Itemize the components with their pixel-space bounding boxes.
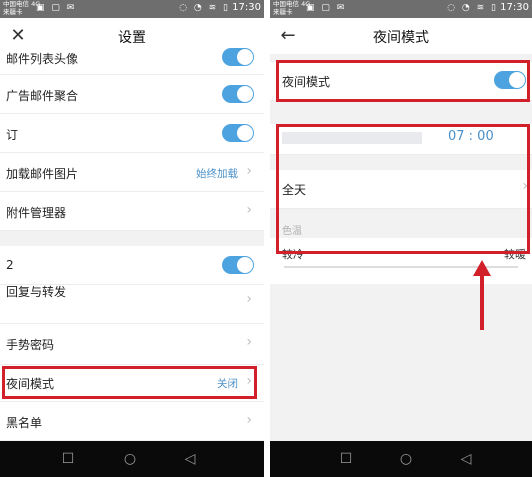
ad-aggregate-toggle[interactable] [222,85,254,103]
carrier-sublabel: 来疆卡 [273,8,293,16]
status-bar: 中国电信 4G 来疆卡 ▣ ▢ ✉ ◌ ◔ ≋ ▯ 17:30 [0,0,264,18]
toggle-knob [237,257,253,273]
row-label: 加载邮件图片 [6,167,79,181]
night-mode-highlight [2,366,257,399]
settings-row-blacklist[interactable]: 黑名单 › [0,402,264,440]
status-time: 17:30 [500,2,529,13]
night-mode-header: ← 夜间模式 [270,18,532,54]
night-mode-toggle-highlight [276,60,530,102]
chevron-right-icon: › [246,291,252,307]
partial-row-2-toggle[interactable] [222,256,254,274]
mail-list-avatar-toggle[interactable] [222,48,254,66]
settings-row-reply-forward[interactable]: 回复与转发 › [0,285,264,324]
status-bar: 中国电信 4G 来疆卡 ▣ ▢ ✉ ◌ ◔ ≋ ▯ 17:30 [270,0,532,18]
settings-row-gesture-password[interactable]: 手势密码 › [0,324,264,365]
night-mode-options-highlight [276,124,530,254]
partial-row-toggle[interactable] [222,124,254,142]
settings-row-attachment-manager[interactable]: 附件管理器 › [0,192,264,231]
carrier-sublabel: 来疆卡 [3,8,23,16]
android-nav-bar: ☐ ○ ◁ [0,441,264,477]
settings-row-load-images[interactable]: 加载邮件图片 始终加载 › [0,153,264,192]
page-title: 夜间模式 [373,30,429,46]
settings-row-ad-aggregate[interactable]: 广告邮件聚合 [0,75,264,114]
settings-header: ✕ 设置 [0,18,264,54]
red-arrow-icon [473,260,491,330]
system-status-icons: ◌ ◔ ≋ ▯ [447,3,498,13]
night-mode-screen: 中国电信 4G 来疆卡 ▣ ▢ ✉ ◌ ◔ ≋ ▯ 17:30 ← 夜间模式 夜… [270,0,532,477]
recents-icon[interactable]: ☐ [58,449,78,469]
android-nav-bar: ☐ ○ ◁ [270,441,532,477]
settings-row-partial-2[interactable]: 2 [0,246,264,285]
chevron-right-icon: › [246,334,252,350]
back-icon[interactable]: ◁ [456,449,476,469]
carrier-label: 中国电信 4G [3,0,41,8]
chevron-right-icon: › [246,412,252,428]
system-status-icons: ◌ ◔ ≋ ▯ [179,3,230,13]
toggle-knob [237,49,253,65]
status-time: 17:30 [232,2,261,13]
notification-icons: ▣ ▢ ✉ [306,3,347,13]
toggle-knob [237,86,253,102]
notification-icons: ▣ ▢ ✉ [36,3,77,13]
row-label: 2 [6,258,14,272]
page-title: 设置 [118,30,146,46]
settings-screen: 中国电信 4G 来疆卡 ▣ ▢ ✉ ◌ ◔ ≋ ▯ 17:30 ✕ 设置 邮件列… [0,0,264,477]
row-label: 回复与转发 [6,285,67,299]
carrier-label: 中国电信 4G [273,0,311,8]
settings-row-mail-list-avatar[interactable]: 邮件列表头像 [0,48,264,75]
chevron-right-icon: › [246,163,252,179]
back-icon[interactable]: ◁ [180,449,200,469]
row-label: 订 [6,128,19,142]
settings-row-partial[interactable]: 订 [0,114,264,153]
home-icon[interactable]: ○ [120,449,140,469]
row-label: 手势密码 [6,338,55,352]
row-label: 黑名单 [6,416,43,430]
row-label: 附件管理器 [6,206,67,220]
toggle-knob [237,125,253,141]
load-images-value: 始终加载 [196,168,238,180]
chevron-right-icon: › [246,202,252,218]
recents-icon[interactable]: ☐ [336,449,356,469]
home-icon[interactable]: ○ [396,449,416,469]
row-label: 邮件列表头像 [6,52,79,66]
row-label: 广告邮件聚合 [6,89,79,103]
